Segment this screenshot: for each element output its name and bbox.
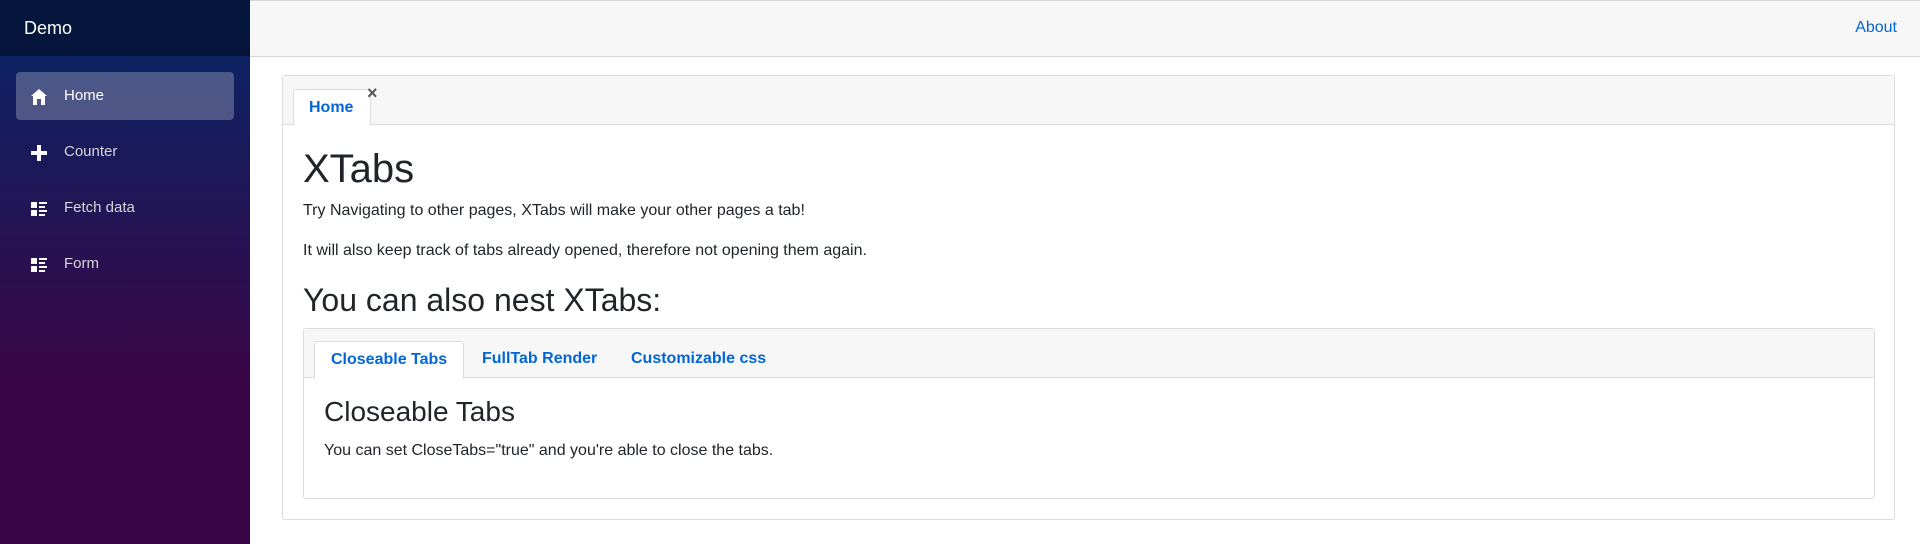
intro-paragraph: Try Navigating to other pages, XTabs wil… bbox=[303, 202, 805, 219]
tab-content-text: You can set CloseTabs="true" and you're … bbox=[324, 442, 774, 459]
sidebar: Demo Home Counter Fetch data Form bbox=[0, 0, 250, 544]
tab-fulltab-render[interactable]: FullTab Render bbox=[482, 341, 597, 378]
page-title: XTabs bbox=[303, 147, 415, 191]
sidebar-item-label: Counter bbox=[64, 143, 118, 160]
brand[interactable]: Demo bbox=[0, 0, 250, 56]
plus-icon bbox=[30, 144, 48, 162]
sidebar-item-counter[interactable]: Counter bbox=[16, 128, 234, 176]
sidebar-item-label: Form bbox=[64, 255, 99, 272]
inner-tab-panel: Closeable Tabs FullTab Render Customizab… bbox=[303, 328, 1875, 499]
close-icon[interactable]: × bbox=[367, 84, 381, 102]
outer-tab-bar: Home × bbox=[283, 76, 1894, 126]
sidebar-item-label: Fetch data bbox=[64, 199, 135, 216]
list-icon bbox=[30, 256, 48, 274]
tab-customizable-css[interactable]: Customizable css bbox=[631, 341, 766, 378]
tab-home[interactable]: Home × bbox=[293, 84, 378, 126]
top-bar: About bbox=[250, 0, 1920, 57]
sidebar-item-form[interactable]: Form bbox=[16, 240, 234, 288]
about-link[interactable]: About bbox=[1855, 19, 1897, 37]
info-paragraph: It will also keep track of tabs already … bbox=[303, 242, 867, 259]
app-root: Demo Home Counter Fetch data Form About … bbox=[0, 0, 1920, 544]
sidebar-item-fetch-data[interactable]: Fetch data bbox=[16, 184, 234, 232]
inner-tab-bar: Closeable Tabs FullTab Render Customizab… bbox=[304, 329, 1874, 379]
sidebar-nav: Home Counter Fetch data Form bbox=[0, 56, 250, 288]
tab-content-title: Closeable Tabs bbox=[324, 396, 515, 427]
tab-closeable-tabs[interactable]: Closeable Tabs bbox=[314, 341, 465, 379]
sidebar-item-label: Home bbox=[64, 87, 105, 104]
home-icon bbox=[30, 88, 48, 106]
outer-tab-panel: Home × XTabs Try Navigating to other pag… bbox=[282, 75, 1895, 520]
list-icon bbox=[30, 200, 48, 218]
nested-heading: You can also nest XTabs: bbox=[303, 282, 662, 318]
tab-label: Home bbox=[309, 99, 354, 116]
sidebar-item-home[interactable]: Home bbox=[16, 72, 234, 120]
